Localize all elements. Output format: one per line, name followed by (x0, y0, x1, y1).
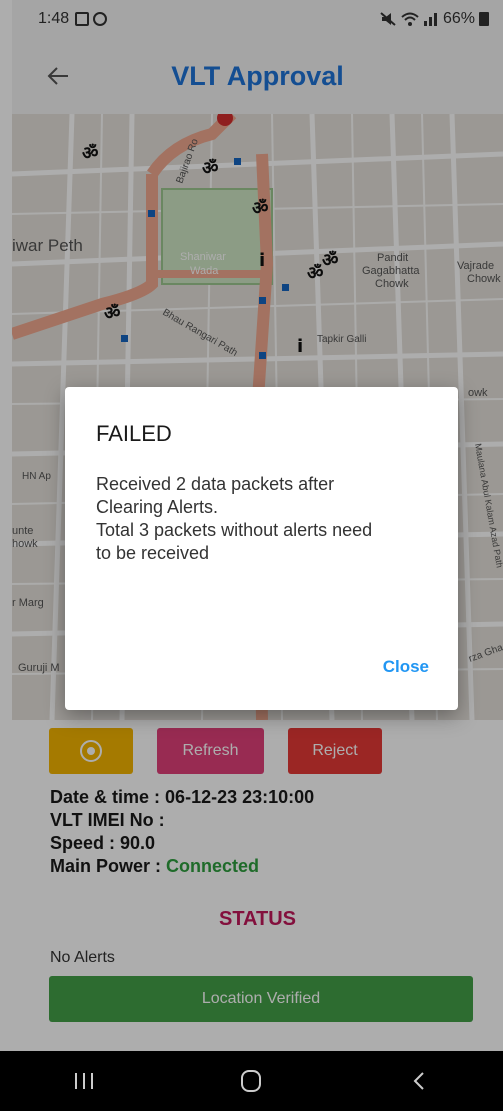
home-icon[interactable] (221, 1061, 281, 1101)
recent-apps-icon[interactable] (54, 1061, 114, 1101)
failed-dialog: FAILED Received 2 data packets after Cle… (65, 387, 458, 710)
dialog-message: Received 2 data packets after Clearing A… (96, 474, 373, 563)
dialog-title: FAILED (96, 421, 172, 446)
back-icon[interactable] (389, 1061, 449, 1101)
close-button[interactable]: Close (383, 657, 429, 677)
system-nav-bar (0, 1051, 503, 1111)
